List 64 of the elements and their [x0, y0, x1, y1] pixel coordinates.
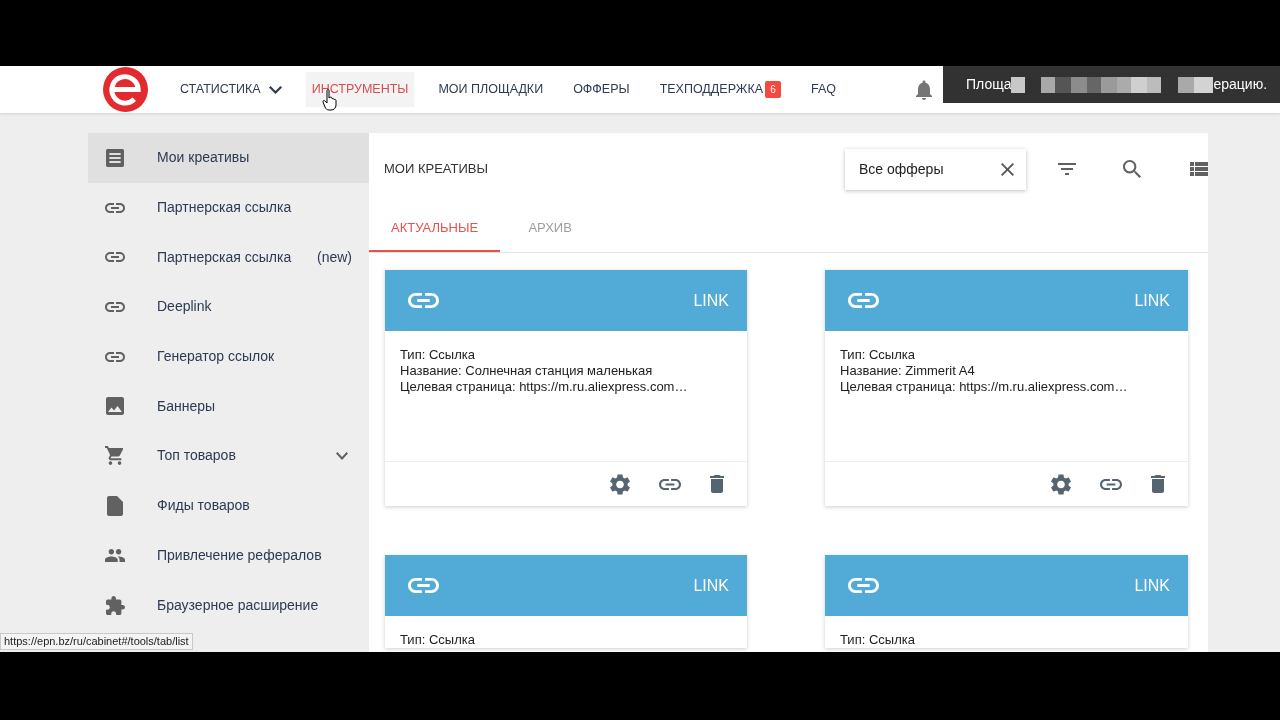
sidebar-item[interactable]: Привлечение рефералов [88, 530, 369, 581]
card-detail-text: Тип: Ссылка [400, 347, 476, 363]
people-icon [105, 548, 125, 562]
status-bar-url: https://epn.bz/ru/cabinet#/tools/tab/list [0, 633, 193, 650]
link-icon [105, 252, 125, 263]
sidebar-item[interactable]: Партнерская ссылка [88, 182, 369, 233]
settings-icon[interactable] [1051, 473, 1071, 495]
tab[interactable]: АКТУАЛЬНЫЕ [369, 205, 501, 252]
card-detail-text: Целевая страница: https://m.ru.aliexpress.com… [840, 379, 1129, 395]
settings-icon[interactable] [610, 473, 630, 495]
nav-menu-item[interactable]: СТАТИСТИКА [174, 72, 288, 107]
new-label: (new) [317, 247, 352, 267]
link-icon [848, 578, 879, 593]
page-title: МОИ КРЕАТИВЫ [384, 160, 488, 179]
toast-text: ерацию. [1213, 75, 1268, 94]
link-icon [408, 293, 439, 308]
link-icon [848, 293, 879, 308]
card-type-label: LINK [1134, 290, 1170, 311]
bell-icon[interactable] [916, 79, 932, 100]
trash-icon[interactable] [1151, 475, 1165, 493]
card-detail-text: Тип: Ссылка [400, 632, 476, 648]
link-icon [408, 578, 439, 593]
card-type-label: LINK [693, 575, 729, 596]
clear-icon[interactable] [1001, 162, 1014, 176]
link-icon [105, 301, 125, 312]
nav-menu-item[interactable]: ТЕХПОДДЕРЖКА 6 [653, 72, 787, 107]
card-detail-text: Тип: Ссылка [840, 347, 916, 363]
card-detail-text: Целевая страница: https://m.ru.aliexpress.com… [400, 379, 689, 395]
sidebar-item[interactable]: Топ товаров [88, 431, 369, 481]
offer-filter-field[interactable]: Все офферы [845, 148, 1026, 190]
sidebar-item[interactable]: Баннеры [88, 381, 369, 432]
sidebar-item[interactable]: Генератор ссылок [88, 331, 369, 382]
list-view-icon[interactable] [1190, 162, 1208, 176]
document-icon [106, 148, 124, 167]
image-icon [106, 397, 124, 416]
sidebar-item[interactable]: Deeplink [88, 282, 369, 332]
link-icon[interactable] [1100, 478, 1122, 490]
notification-badge: 6 [765, 81, 781, 98]
link-icon[interactable] [659, 478, 681, 490]
nav-menu-item[interactable]: ОФФЕРЫ [567, 72, 636, 107]
card-detail-text: Тип: Ссылка [840, 632, 916, 648]
filter-icon[interactable] [1058, 163, 1076, 175]
puzzle-icon [105, 595, 125, 615]
nav-menu-item[interactable]: МОИ ПЛОЩАДКИ [432, 72, 550, 107]
card-type-label: LINK [693, 290, 729, 311]
file-icon [107, 495, 123, 516]
sidebar-item[interactable]: Партнерская ссылка (new) [88, 232, 369, 283]
link-icon [105, 202, 125, 213]
card-detail-text: Название: Солнечная станция маленькая [400, 363, 654, 379]
card-type-label: LINK [1134, 575, 1170, 596]
nav-menu-item[interactable]: ИНСТРУМЕНТЫ [305, 72, 415, 107]
logo-icon[interactable] [103, 67, 148, 112]
sidebar-item[interactable]: Мои креативы [88, 133, 369, 183]
sidebar-item[interactable]: Фиды товаров [88, 480, 369, 531]
toast-text: Площа [966, 75, 1012, 94]
nav-menu-item[interactable]: FAQ [805, 72, 842, 107]
card-detail-text: Название: Zimmerit A4 [840, 363, 976, 379]
chevron-down-icon[interactable] [336, 451, 348, 460]
link-icon [105, 351, 125, 362]
trash-icon[interactable] [710, 475, 724, 493]
chevron-down-icon [268, 85, 282, 94]
cart-icon [105, 446, 125, 466]
search-icon[interactable] [1123, 160, 1141, 178]
sidebar-item[interactable]: Браузерное расширение [88, 580, 369, 630]
